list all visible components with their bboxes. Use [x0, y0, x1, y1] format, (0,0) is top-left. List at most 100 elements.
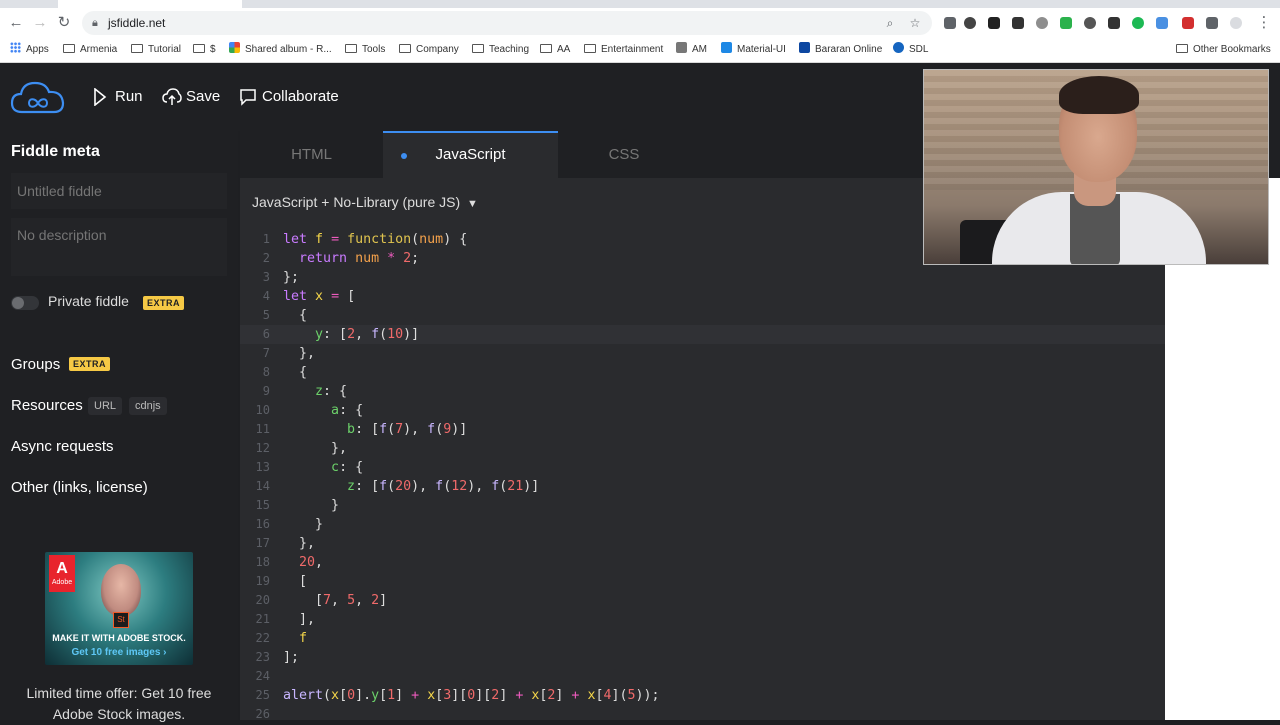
bookmark-apps[interactable]: Apps — [10, 42, 49, 58]
code-line[interactable]: 25 alert(x[0].y[1] + x[3][0][2] + x[2] + … — [240, 686, 1165, 705]
code-text[interactable]: }; — [283, 268, 299, 287]
ad-cta-link[interactable]: Get 10 free images › — [45, 647, 193, 658]
bookmark-other[interactable]: Other Bookmarks — [1176, 42, 1271, 58]
extension-dark-icon[interactable] — [1012, 17, 1024, 29]
jsfiddle-logo-icon[interactable] — [10, 77, 66, 117]
code-text[interactable]: y: [2, f(10)] — [283, 325, 419, 344]
code-text[interactable]: let x = [ — [283, 287, 355, 306]
resources-cdnjs-badge[interactable]: cdnjs — [129, 397, 167, 415]
bookmark-tools[interactable]: Tools — [345, 42, 385, 58]
fiddle-description-input[interactable] — [11, 218, 227, 276]
code-text[interactable]: z: [f(20), f(12), f(21)] — [283, 477, 539, 496]
code-text[interactable]: }, — [283, 344, 315, 363]
extensions-puzzle-icon[interactable] — [1206, 17, 1218, 29]
code-text[interactable]: [ — [283, 572, 307, 591]
star-bookmark-icon[interactable]: ☆ — [907, 15, 923, 31]
extension-red-icon[interactable] — [1182, 17, 1194, 29]
bookmark-sdl[interactable]: SDL — [893, 42, 928, 58]
forward-icon[interactable]: → — [30, 13, 50, 33]
extension-circle-icon[interactable] — [1084, 17, 1096, 29]
code-text[interactable]: }, — [283, 439, 347, 458]
zoom-icon[interactable]: ⌕ — [882, 15, 898, 31]
groups-link[interactable]: Groups — [11, 356, 60, 373]
code-text[interactable]: 20, — [283, 553, 323, 572]
fiddle-title-input[interactable] — [11, 173, 227, 209]
extension-calendar-icon[interactable] — [1156, 17, 1168, 29]
code-line[interactable]: 20 [7, 5, 2] — [240, 591, 1165, 610]
back-icon[interactable]: ← — [6, 13, 26, 33]
code-line[interactable]: 9 z: { — [240, 382, 1165, 401]
bookmark-am[interactable]: AM — [676, 42, 707, 58]
code-text[interactable]: let f = function(num) { — [283, 230, 467, 249]
code-line[interactable]: 19 [ — [240, 572, 1165, 591]
bookmark-teaching[interactable]: Teaching — [472, 42, 529, 58]
code-text[interactable]: f — [283, 629, 307, 648]
tab-javascript[interactable]: JavaScript — [383, 131, 558, 178]
async-requests-link[interactable]: Async requests — [11, 438, 114, 455]
reload-icon[interactable]: ↻ — [54, 13, 74, 33]
bookmark-material-ui[interactable]: Material-UI — [721, 42, 786, 58]
code-line[interactable]: 11 b: [f(7), f(9)] — [240, 420, 1165, 439]
code-text[interactable]: a: { — [283, 401, 363, 420]
other-links-license-link[interactable]: Other (links, license) — [11, 479, 148, 496]
code-text[interactable]: { — [283, 306, 307, 325]
code-text[interactable]: alert(x[0].y[1] + x[3][0][2] + x[2] + x[… — [283, 686, 660, 705]
code-line[interactable]: 10 a: { — [240, 401, 1165, 420]
extension-cup-icon[interactable] — [1108, 17, 1120, 29]
code-text[interactable]: return num * 2; — [283, 249, 419, 268]
code-line[interactable]: 16 } — [240, 515, 1165, 534]
private-fiddle-toggle[interactable] — [11, 296, 39, 310]
code-text[interactable]: { — [283, 363, 307, 382]
code-text[interactable]: b: [f(7), f(9)] — [283, 420, 467, 439]
browser-active-tab[interactable] — [58, 0, 242, 8]
browser-menu-icon[interactable]: ⋮ — [1254, 13, 1274, 33]
code-line[interactable]: 5 { — [240, 306, 1165, 325]
code-line[interactable]: 26 — [240, 705, 1165, 724]
code-line[interactable]: 14 z: [f(20), f(12), f(21)] — [240, 477, 1165, 496]
profile-avatar-icon[interactable] — [1230, 17, 1242, 29]
bookmark-bararan-online[interactable]: Bararan Online — [799, 42, 882, 58]
code-line[interactable]: 23]; — [240, 648, 1165, 667]
code-text[interactable]: } — [283, 496, 339, 515]
code-line[interactable]: 15 } — [240, 496, 1165, 515]
bookmark-tutorial[interactable]: Tutorial — [131, 42, 181, 58]
code-line[interactable]: 6 y: [2, f(10)] — [240, 325, 1165, 344]
extension-green-dot-icon[interactable] — [1132, 17, 1144, 29]
extension-green-icon[interactable] — [1060, 17, 1072, 29]
code-text[interactable]: ], — [283, 610, 315, 629]
code-text[interactable]: ]; — [283, 648, 299, 667]
code-text[interactable]: c: { — [283, 458, 363, 477]
resources-url-badge[interactable]: URL — [88, 397, 123, 415]
bookmark-entertainment[interactable]: Entertainment — [584, 42, 663, 58]
resources-link[interactable]: Resources — [11, 397, 83, 414]
bookmark-dollar[interactable]: $ — [193, 42, 216, 58]
code-text[interactable]: } — [283, 515, 323, 534]
code-line[interactable]: 3}; — [240, 268, 1165, 287]
code-line[interactable]: 8 { — [240, 363, 1165, 382]
extension-cloud-icon[interactable] — [964, 17, 976, 29]
code-line[interactable]: 12 }, — [240, 439, 1165, 458]
run-button[interactable]: Run — [93, 85, 153, 109]
code-line[interactable]: 7 }, — [240, 344, 1165, 363]
code-line[interactable]: 24 — [240, 667, 1165, 686]
address-bar[interactable]: 🔒︎ jsfiddle.net ⌕ ☆ — [82, 11, 932, 35]
ad-caption[interactable]: Limited time offer: Get 10 free Adobe St… — [18, 683, 220, 725]
code-line[interactable]: 21 ], — [240, 610, 1165, 629]
collaborate-button[interactable]: Collaborate — [239, 85, 349, 109]
adobe-stock-ad[interactable]: A Adobe St MAKE IT WITH ADOBE STOCK. Get … — [45, 552, 193, 665]
bookmark-aa[interactable]: AA — [540, 42, 570, 58]
bookmark-armenia[interactable]: Armenia — [63, 42, 117, 58]
code-line[interactable]: 17 }, — [240, 534, 1165, 553]
extension-jam-icon[interactable] — [988, 17, 1000, 29]
code-text[interactable]: [7, 5, 2] — [283, 591, 387, 610]
library-select[interactable]: JavaScript + No-Library (pure JS) ▼ — [252, 194, 478, 210]
bookmark-shared-album[interactable]: Shared album - R... — [229, 42, 332, 58]
extension-pen-icon[interactable] — [944, 17, 956, 29]
tab-html[interactable]: HTML — [240, 131, 383, 178]
code-text[interactable]: z: { — [283, 382, 347, 401]
code-text[interactable]: }, — [283, 534, 315, 553]
code-line[interactable]: 18 20, — [240, 553, 1165, 572]
code-line[interactable]: 22 f — [240, 629, 1165, 648]
extension-skype-icon[interactable] — [1036, 17, 1048, 29]
save-button[interactable]: Save — [162, 85, 226, 109]
